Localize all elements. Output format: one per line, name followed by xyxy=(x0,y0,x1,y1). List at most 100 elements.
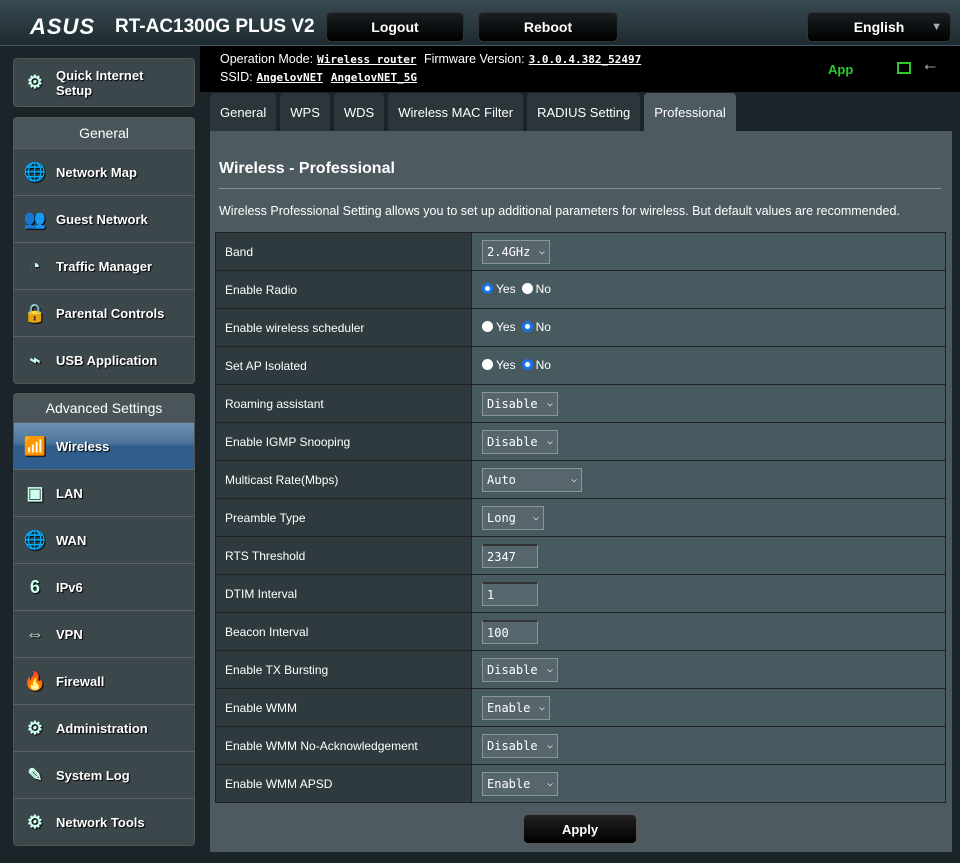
radio-label: Yes xyxy=(496,357,516,372)
ssid-5g-link[interactable]: AngelovNET_5G xyxy=(331,71,417,84)
sidebar-item-vpn[interactable]: ⇔ VPN xyxy=(14,610,194,657)
parental-controls-icon: 🔒 xyxy=(23,302,47,323)
sidebar-item-firewall[interactable]: 🔥 Firewall xyxy=(14,657,194,704)
op-mode-link[interactable]: Wireless router xyxy=(317,53,416,66)
tab-wds[interactable]: WDS xyxy=(333,93,385,131)
select-value: Disable xyxy=(487,434,538,449)
enable-igmp-snooping-select[interactable]: Disable ⌵ xyxy=(482,429,558,454)
network-map-icon: 🌐 xyxy=(23,161,47,182)
sidebar-item-usb-application[interactable]: ⌁ USB Application xyxy=(14,336,194,383)
row-label: Multicast Rate(Mbps) xyxy=(215,460,472,499)
select-value: 2.4GHz xyxy=(487,244,531,259)
multicast-rate-mbps-select[interactable]: Auto ⌵ xyxy=(482,467,582,492)
language-value: English xyxy=(853,19,905,35)
enable-wmm-apsd-select[interactable]: Enable ⌵ xyxy=(482,771,558,796)
dtim-interval-input[interactable]: 1 xyxy=(482,581,538,606)
set-ap-isolated-no-radio[interactable]: No xyxy=(521,358,551,372)
app-link[interactable]: App xyxy=(828,62,853,77)
chevron-down-icon: ⌵ xyxy=(546,740,553,751)
enable-tx-bursting-select[interactable]: Disable ⌵ xyxy=(482,657,558,682)
enable-wmm-no-acknowledgement-select[interactable]: Disable ⌵ xyxy=(482,733,558,758)
page-description: Wireless Professional Setting allows you… xyxy=(219,204,900,218)
usb-application-icon: ⌁ xyxy=(29,349,41,370)
sidebar-item-network-map[interactable]: 🌐 Network Map xyxy=(14,148,194,195)
row-label: Band xyxy=(215,232,472,271)
preamble-type-select[interactable]: Long ⌵ xyxy=(482,505,544,530)
tab-radius-setting[interactable]: RADIUS Setting xyxy=(527,93,641,131)
beacon-interval-input[interactable]: 100 xyxy=(482,619,538,644)
table-row: Enable IGMP Snooping Disable ⌵ xyxy=(215,422,946,461)
sidebar-item-guest-network[interactable]: 👥 Guest Network xyxy=(14,195,194,242)
tab-wireless-mac-filter[interactable]: Wireless MAC Filter xyxy=(388,93,524,131)
sidebar-item-label: Guest Network xyxy=(56,211,148,227)
sidebar-item-network-tools[interactable]: ⚙ Network Tools xyxy=(14,798,194,845)
apply-button[interactable]: Apply xyxy=(523,814,637,844)
sidebar-item-label: Traffic Manager xyxy=(56,258,153,274)
enable-wireless-scheduler-yes-radio[interactable]: Yes xyxy=(482,320,516,334)
sidebar-item-label: Network Map xyxy=(56,164,137,180)
sidebar-item-label: Parental Controls xyxy=(56,305,165,321)
row-label: Enable WMM APSD xyxy=(215,764,472,803)
tab-bar: General WPS WDS Wireless MAC Filter RADIUS S… xyxy=(210,93,736,131)
row-label: Set AP Isolated xyxy=(215,346,472,385)
radio-label: Yes xyxy=(496,319,516,334)
chevron-down-icon: ⌵ xyxy=(546,778,553,789)
settings-table: Band 2.4GHz ⌵ Enable Radio Yes No Enable wirel… xyxy=(215,232,946,803)
header: ASUS RT-AC1300G PLUS V2 Logout Reboot En… xyxy=(0,0,960,46)
tab-general[interactable]: General xyxy=(210,93,277,131)
radio-icon xyxy=(482,321,493,333)
tab-professional[interactable]: Professional xyxy=(644,93,736,131)
sidebar-item-administration[interactable]: ⚙ Administration xyxy=(14,704,194,751)
chevron-down-icon: ⌵ xyxy=(538,702,545,713)
table-row: Enable wireless scheduler Yes No xyxy=(215,308,946,347)
radio-icon xyxy=(521,321,533,333)
sidebar-item-label: IPv6 xyxy=(56,579,83,595)
select-value: Disable xyxy=(487,396,538,411)
dropdown-arrow-icon: ▼ xyxy=(931,21,942,33)
row-label: Enable WMM No-Acknowledgement xyxy=(215,726,472,765)
row-value: Auto ⌵ xyxy=(471,460,946,499)
table-row: Enable Radio Yes No xyxy=(215,270,946,309)
main-panel: Wireless - Professional Wireless Profess… xyxy=(210,131,952,852)
row-label: Enable IGMP Snooping xyxy=(215,422,472,461)
enable-wireless-scheduler-no-radio[interactable]: No xyxy=(521,320,551,334)
quick-internet-setup[interactable]: ⚙ Quick Internet Setup xyxy=(13,58,195,107)
op-mode-label: Operation Mode: xyxy=(220,52,314,66)
sidebar-item-lan[interactable]: ▣ LAN xyxy=(14,469,194,516)
reboot-button[interactable]: Reboot xyxy=(478,12,618,42)
language-select[interactable]: English ▼ xyxy=(807,12,951,42)
radio-label: No xyxy=(535,281,551,296)
network-status-icon[interactable] xyxy=(897,62,911,74)
sidebar-item-wan[interactable]: 🌐 WAN xyxy=(14,516,194,563)
table-row: DTIM Interval 1 xyxy=(215,574,946,613)
asus-logo: ASUS xyxy=(30,14,96,39)
sidebar-item-parental-controls[interactable]: 🔒 Parental Controls xyxy=(14,289,194,336)
enable-radio-yes-radio[interactable]: Yes xyxy=(482,282,516,296)
ssid-link[interactable]: AngelovNET xyxy=(257,71,323,84)
radio-icon xyxy=(521,283,533,295)
table-row: Roaming assistant Disable ⌵ xyxy=(215,384,946,423)
chevron-down-icon: ⌵ xyxy=(538,246,545,257)
select-value: Disable xyxy=(487,662,538,677)
enable-radio-no-radio[interactable]: No xyxy=(521,281,551,296)
set-ap-isolated-yes-radio[interactable]: Yes xyxy=(482,358,516,372)
usb-icon[interactable]: ⭠ xyxy=(924,58,936,75)
firmware-link[interactable]: 3.0.0.4.382_52497 xyxy=(529,53,642,66)
enable-wmm-select[interactable]: Enable ⌵ xyxy=(482,695,550,720)
sidebar-item-traffic-manager[interactable]: ◔ Traffic Manager xyxy=(14,242,194,289)
sidebar-item-label: Network Tools xyxy=(56,814,145,830)
row-value: 100 xyxy=(471,612,946,651)
sidebar-item-ipv6[interactable]: 6 IPv6 xyxy=(14,563,194,610)
sidebar-general: General 🌐 Network Map 👥 Guest Network ◔ Traff… xyxy=(13,117,195,384)
sidebar-item-system-log[interactable]: ✎ System Log xyxy=(14,751,194,798)
roaming-assistant-select[interactable]: Disable ⌵ xyxy=(482,391,558,416)
band-select[interactable]: 2.4GHz ⌵ xyxy=(482,239,550,264)
administration-icon: ⚙ xyxy=(26,717,44,738)
row-label: RTS Threshold xyxy=(215,536,472,575)
wireless-icon: 📶 xyxy=(23,435,47,456)
logout-button[interactable]: Logout xyxy=(326,12,464,42)
rts-threshold-input[interactable]: 2347 xyxy=(482,543,538,568)
sidebar-item-wireless[interactable]: 📶 Wireless xyxy=(14,422,194,469)
ipv6-icon: 6 xyxy=(29,576,40,597)
tab-wps[interactable]: WPS xyxy=(280,93,330,131)
